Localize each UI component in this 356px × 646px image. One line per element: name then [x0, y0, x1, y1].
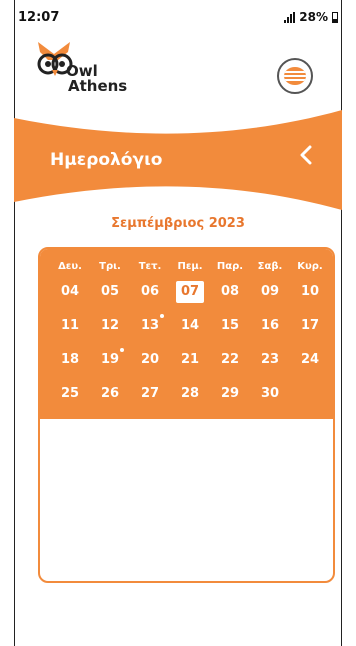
weekday-header: Τετ.: [138, 261, 162, 272]
page-title: Ημερολόγιο: [50, 150, 163, 170]
calendar-day[interactable]: 04: [56, 281, 84, 303]
weekday-header: Σαβ.: [257, 261, 283, 272]
calendar-day[interactable]: 23: [256, 349, 284, 371]
calendar-day[interactable]: 18: [56, 349, 84, 371]
menu-button[interactable]: [277, 58, 313, 94]
event-dot-icon: [120, 348, 124, 352]
weekday-header: Τρι.: [99, 261, 121, 272]
weekday-header: Κυρ.: [297, 261, 323, 272]
calendar-day[interactable]: 27: [136, 383, 164, 405]
back-button[interactable]: [294, 142, 318, 168]
status-indicators: 28%: [284, 10, 338, 24]
calendar-day[interactable]: 22: [216, 349, 244, 371]
calendar-day[interactable]: 29: [216, 383, 244, 405]
weekday-header: Παρ.: [216, 261, 244, 272]
hamburger-icon: [284, 67, 306, 85]
calendar-day[interactable]: 21: [176, 349, 204, 371]
calendar-day[interactable]: 14: [176, 315, 204, 337]
calendar-card: Δευ. Τρι. Τετ. Πεμ. Παρ. Σαβ. Κυρ. 04 05 06 07 08 09…: [38, 247, 335, 583]
calendar-day[interactable]: 28: [176, 383, 204, 405]
calendar-day[interactable]: 08: [216, 281, 244, 303]
calendar-day[interactable]: 24: [296, 349, 324, 371]
calendar-day[interactable]: 10: [296, 281, 324, 303]
status-time: 12:07: [18, 10, 60, 25]
battery-percent: 28%: [299, 10, 328, 24]
calendar-day[interactable]: 15: [216, 315, 244, 337]
calendar-grid: Δευ. Τρι. Τετ. Πεμ. Παρ. Σαβ. Κυρ. 04 05 06 07 08 09…: [40, 249, 333, 419]
calendar-day-selected[interactable]: 07: [176, 281, 204, 303]
calendar-day[interactable]: 17: [296, 315, 324, 337]
owl-athens-logo: Owl Athens: [36, 40, 136, 100]
calendar-day[interactable]: 25: [56, 383, 84, 405]
calendar-day[interactable]: 12: [96, 315, 124, 337]
weekday-header: Δευ.: [58, 261, 82, 272]
calendar-day[interactable]: 26: [96, 383, 124, 405]
weekday-header: Πεμ.: [177, 261, 203, 272]
calendar-day[interactable]: 13: [136, 315, 164, 337]
calendar-day[interactable]: 16: [256, 315, 284, 337]
calendar-day[interactable]: 20: [136, 349, 164, 371]
calendar-day[interactable]: 05: [96, 281, 124, 303]
logo-wordmark: Owl Athens: [66, 64, 127, 94]
calendar-day[interactable]: 30: [256, 383, 284, 405]
calendar-month-label: Σεμπέμβριος 2023: [111, 216, 245, 231]
calendar-day[interactable]: 09: [256, 281, 284, 303]
logo-word-athens: Athens: [68, 77, 128, 95]
calendar-day[interactable]: 19: [96, 349, 124, 371]
event-dot-icon: [160, 314, 164, 318]
battery-icon: [332, 11, 338, 23]
calendar-day[interactable]: 06: [136, 281, 164, 303]
chevron-left-icon: [300, 145, 312, 165]
calendar-day[interactable]: 11: [56, 315, 84, 337]
signal-icon: [284, 11, 296, 23]
status-bar: 12:07 28%: [18, 8, 338, 28]
